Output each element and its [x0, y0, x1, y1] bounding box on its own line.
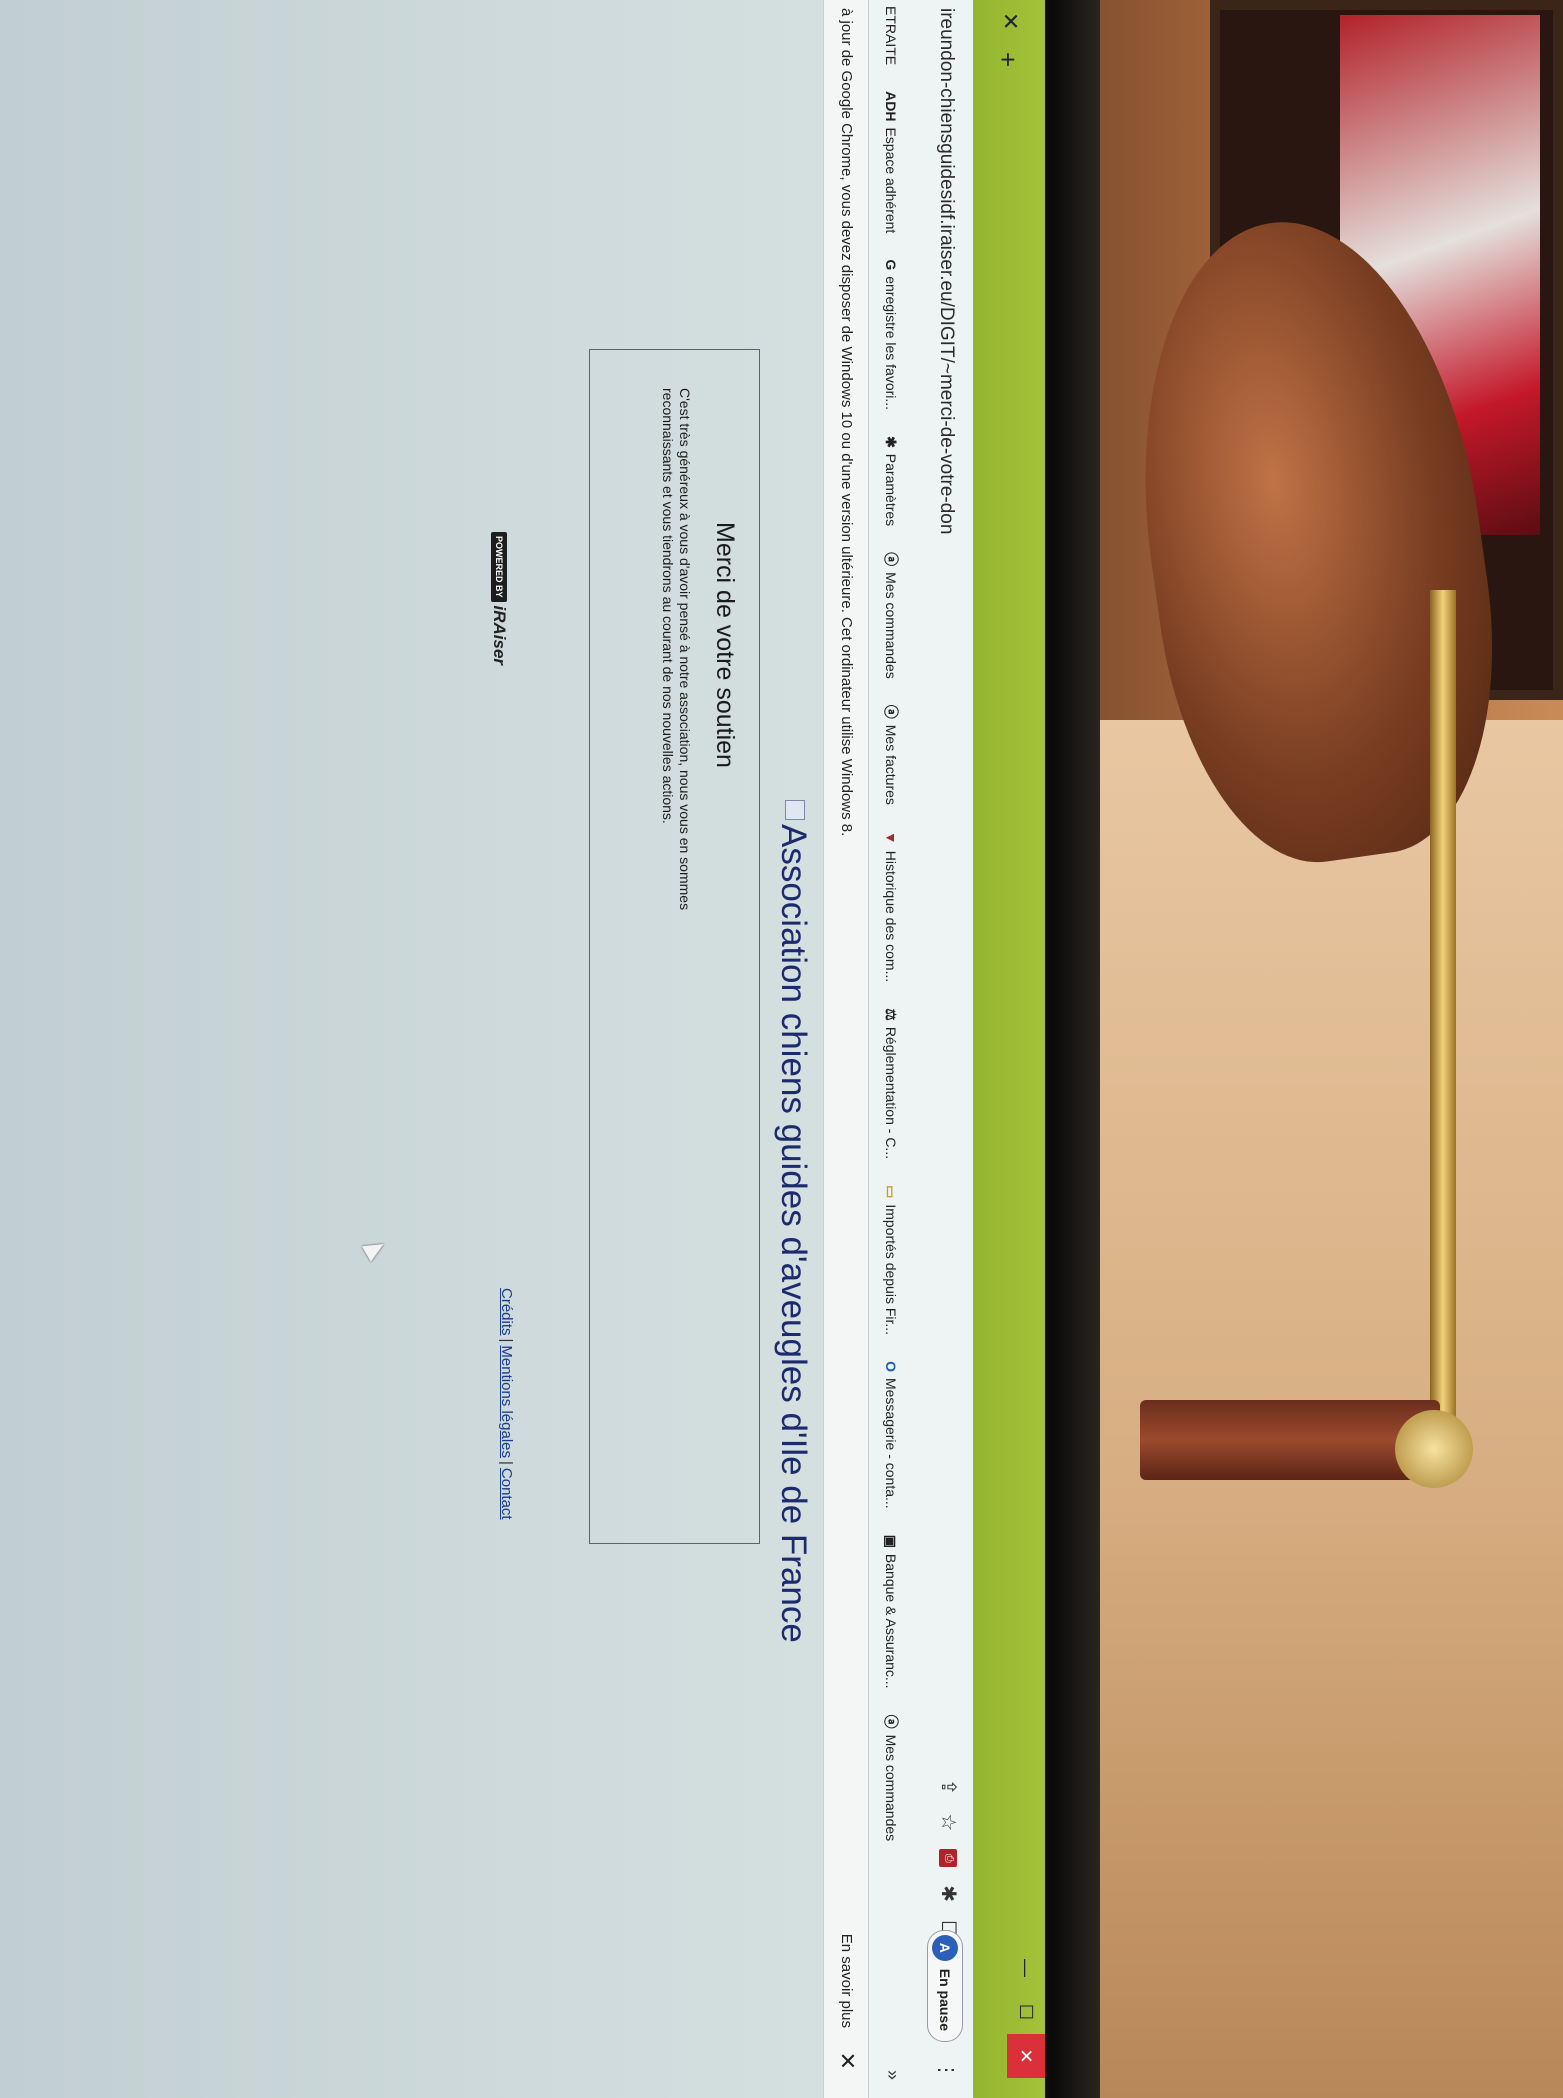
scale-icon: ⚖ — [883, 1008, 900, 1021]
credits-link[interactable]: Crédits — [498, 1288, 515, 1336]
bookmark-label: Mes factures — [883, 724, 899, 805]
star-icon[interactable]: ☆ — [936, 1813, 961, 1831]
minimize-button[interactable]: — — [1007, 1946, 1045, 1990]
close-window-button[interactable]: ✕ — [1007, 2034, 1045, 2078]
bookmark-importes[interactable]: ▭ Importés depuis Fir... — [883, 1185, 900, 1335]
gear-icon: ✱ — [883, 436, 900, 448]
footer-separator: | — [498, 1461, 515, 1465]
bookmark-label: Messagerie - conta... — [883, 1377, 899, 1509]
bookmark-historique[interactable]: ▼ Historique des com... — [883, 831, 899, 982]
folder-icon: ▭ — [883, 1185, 900, 1199]
bank-icon: ▣ — [883, 1534, 900, 1548]
toolbar-icons: ⇪ ☆ ⎙ ✱ ☐ — [936, 1779, 961, 1938]
bookmark-label: Banque & Assuranc... — [883, 1553, 899, 1689]
address-bar[interactable]: ireundon-chiensguidesidf.iraiser.eu/DIGI… — [935, 8, 957, 534]
bookmark-espace-adherent[interactable]: ADH Espace adhérent — [883, 91, 899, 233]
monitor-screen: ✕ + — ☐ ✕ ireundon-chiensguidesidf.irais… — [0, 0, 1045, 2098]
broken-image-icon — [785, 800, 805, 820]
adh-icon: ADH — [883, 91, 899, 122]
bookmark-label: Paramètres — [883, 453, 899, 527]
share-icon[interactable]: ⇪ — [936, 1779, 961, 1796]
powered-by-logo[interactable]: POWERED BY iRAiser — [489, 532, 509, 665]
bookmark-mes-commandes[interactable]: ⓐ Mes commandes — [881, 552, 901, 679]
puzzle-icon[interactable]: ✱ — [936, 1885, 961, 1902]
avatar: A — [932, 1934, 958, 1961]
vine-icon: ▼ — [883, 830, 899, 845]
profile-button[interactable]: A En pause — [927, 1929, 963, 2042]
maximize-button[interactable]: ☐ — [1007, 1990, 1045, 2034]
amazon-icon: ⓐ — [883, 552, 899, 567]
lamp-joint — [1395, 1410, 1473, 1488]
new-tab-button[interactable]: + — [992, 52, 1023, 67]
bookmark-label: enregistre les favori... — [883, 276, 899, 411]
pdf-icon[interactable]: ⎙ — [939, 1849, 958, 1868]
menu-icon[interactable]: ⋮ — [934, 2060, 959, 2080]
window-controls: — ☐ ✕ — [1007, 1946, 1045, 2078]
learn-more-link[interactable]: En savoir plus — [838, 1934, 855, 2028]
thank-you-message: C'est très généreux à vous d'avoir pensé… — [660, 388, 693, 911]
thank-you-heading: Merci de votre soutien — [711, 522, 739, 768]
footer-separator: | — [498, 1338, 515, 1343]
bookmark-label: Réglementation - C... — [883, 1026, 899, 1160]
bookmark-parametres[interactable]: ✱ Paramètres — [883, 436, 900, 526]
tab-strip: ✕ + — ☐ ✕ — [973, 0, 1045, 2098]
legal-notice-link[interactable]: Mentions légales — [498, 1345, 515, 1458]
bookmark-retraite[interactable]: ETRAITE — [883, 6, 899, 65]
update-infobar: à jour de Google Chrome, vous devez disp… — [823, 0, 868, 2098]
profile-status: En pause — [937, 1968, 953, 2031]
bookmark-label: Mes commandes — [883, 572, 899, 679]
bookmark-label: Importés depuis Fir... — [883, 1204, 899, 1336]
org-header: Association chiens guides d'aveugles d'I… — [773, 800, 813, 1643]
bookmark-label: ETRAITE — [883, 6, 899, 66]
amazon-icon: ⓐ — [883, 704, 899, 719]
outlook-icon: O — [883, 1361, 899, 1372]
bookmarks-overflow-icon[interactable]: » — [882, 2070, 903, 2080]
contact-link[interactable]: Contact — [498, 1468, 515, 1520]
bookmark-enregistre-favoris[interactable]: Genregistre les favori... — [883, 259, 899, 410]
bookmark-banque[interactable]: ▣ Banque & Assuranc... — [883, 1535, 900, 1689]
amazon-icon: ⓐ — [883, 1714, 899, 1729]
tab-close-icon[interactable]: ✕ — [997, 12, 1023, 30]
bookmark-messagerie[interactable]: O Messagerie - conta... — [883, 1361, 899, 1509]
browser-window: ✕ + — ☐ ✕ ireundon-chiensguidesidf.irais… — [0, 0, 1045, 2098]
iraiser-logo: iRAiser — [490, 605, 509, 666]
page-title: Association chiens guides d'aveugles d'I… — [774, 824, 813, 1643]
bookmark-label: Mes commandes — [883, 1734, 899, 1842]
lamp-arm — [1430, 590, 1456, 1470]
bookmark-reglementation[interactable]: ⚖ Réglementation - C... — [883, 1008, 900, 1159]
browser-toolbar: ireundon-chiensguidesidf.iraiser.eu/DIGI… — [913, 0, 973, 2098]
bookmarks-bar: ETRAITE ADH Espace adhérent Genregistre l… — [868, 0, 913, 2098]
bookmark-label: Historique des com... — [883, 850, 899, 983]
infobar-close-icon[interactable]: ✕ — [834, 2052, 860, 2070]
bookmark-mes-factures[interactable]: ⓐ Mes factures — [881, 705, 901, 805]
footer-links: Crédits | Mentions légales | Contact — [498, 1288, 515, 1520]
infobar-message: à jour de Google Chrome, vous devez disp… — [838, 8, 855, 837]
bookmark-label: Espace adhérent — [883, 127, 899, 234]
bookmark-mes-commandes-2[interactable]: ⓐ Mes commandes — [881, 1715, 901, 1842]
powered-by-badge: POWERED BY — [491, 532, 507, 602]
google-icon: G — [883, 259, 899, 271]
mouse-cursor-icon — [361, 1236, 389, 1262]
